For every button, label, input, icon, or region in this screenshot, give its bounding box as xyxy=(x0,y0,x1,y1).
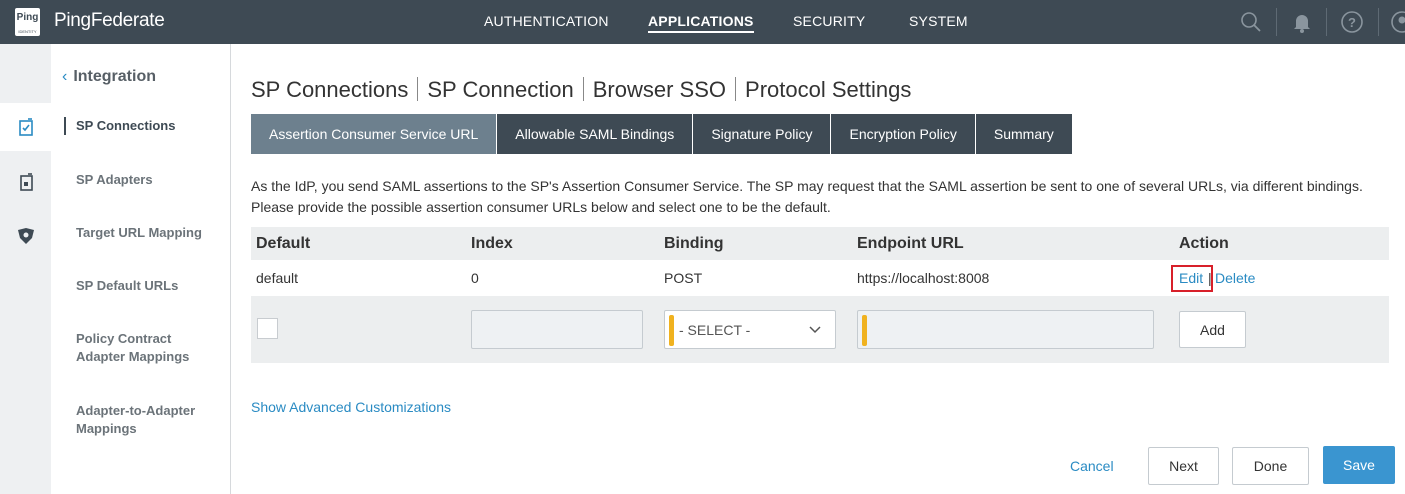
breadcrumb-divider xyxy=(735,77,737,101)
column-header-endpoint-url: Endpoint URL xyxy=(857,235,964,252)
toolbar-divider xyxy=(1276,8,1277,36)
required-indicator xyxy=(862,315,867,346)
breadcrumb-item[interactable]: SP Connections xyxy=(251,77,408,102)
ping-logo[interactable]: Ping IDENTITY xyxy=(15,8,40,36)
default-checkbox[interactable] xyxy=(257,318,278,339)
nav-applications[interactable]: APPLICATIONS xyxy=(648,13,754,33)
edit-link[interactable]: Edit xyxy=(1179,270,1203,286)
icon-rail xyxy=(0,44,51,494)
breadcrumb: SP Connections SP Connection Browser SSO Pr… xyxy=(251,77,911,103)
table-header: Default Index Binding Endpoint URL Actio… xyxy=(251,227,1389,260)
show-advanced-customizations-link[interactable]: Show Advanced Customizations xyxy=(251,399,451,415)
new-entry-row: - SELECT - Add xyxy=(251,296,1389,363)
search-icon[interactable] xyxy=(1239,10,1263,34)
nav-security[interactable]: SECURITY xyxy=(793,13,865,29)
breadcrumb-item[interactable]: SP Connection xyxy=(427,77,573,102)
sidebar-item-sp-adapters[interactable]: SP Adapters xyxy=(76,171,221,189)
cell-binding: POST xyxy=(664,270,703,286)
sidebar-item-sp-default-urls[interactable]: SP Default URLs xyxy=(76,277,221,295)
column-header-binding: Binding xyxy=(664,235,724,252)
sidebar-item-sp-connections[interactable]: SP Connections xyxy=(76,117,221,135)
binding-select[interactable]: - SELECT - xyxy=(664,310,836,349)
action-divider: | xyxy=(1208,270,1212,286)
top-bar: Ping IDENTITY PingFederate AUTHENTICATIO… xyxy=(0,0,1405,44)
tab-signature-policy[interactable]: Signature Policy xyxy=(693,114,831,154)
breadcrumb-current: Protocol Settings xyxy=(745,77,912,102)
breadcrumb-item[interactable]: Browser SSO xyxy=(593,77,726,102)
policy-icon[interactable] xyxy=(0,212,51,260)
column-header-index: Index xyxy=(471,235,513,252)
active-indicator xyxy=(64,117,66,135)
toolbar-divider xyxy=(1378,8,1379,36)
chevron-left-icon: ‹ xyxy=(62,68,68,85)
table-row: default 0 POST https://localhost:8008 Ed… xyxy=(251,260,1389,296)
sp-adapter-icon[interactable] xyxy=(0,158,51,206)
user-icon[interactable] xyxy=(1390,10,1405,34)
sidebar-back-label: Integration xyxy=(73,68,156,85)
endpoint-url-input[interactable] xyxy=(857,310,1154,349)
brand-name: PingFederate xyxy=(54,10,165,31)
done-button[interactable]: Done xyxy=(1232,447,1309,485)
cancel-link[interactable]: Cancel xyxy=(1070,458,1114,474)
tab-assertion-consumer-service-url[interactable]: Assertion Consumer Service URL xyxy=(251,114,497,154)
tab-summary[interactable]: Summary xyxy=(975,114,1072,154)
nav-system[interactable]: SYSTEM xyxy=(909,13,968,29)
cell-default: default xyxy=(256,270,299,286)
tab-encryption-policy[interactable]: Encryption Policy xyxy=(831,114,975,154)
required-indicator xyxy=(669,315,674,346)
nav-authentication[interactable]: AUTHENTICATION xyxy=(484,13,609,29)
cell-endpoint-url: https://localhost:8008 xyxy=(857,270,990,286)
index-input[interactable] xyxy=(471,310,643,349)
delete-link[interactable]: Delete xyxy=(1215,270,1255,286)
sp-connection-icon[interactable] xyxy=(0,103,51,151)
logo-text: Ping xyxy=(16,12,39,23)
save-button[interactable]: Save xyxy=(1323,446,1395,484)
sidebar: ‹ Integration SP Connections SP Adapters … xyxy=(51,44,231,494)
tab-allowable-saml-bindings[interactable]: Allowable SAML Bindings xyxy=(497,114,693,154)
logo-subtext: IDENTITY xyxy=(18,29,37,34)
next-button[interactable]: Next xyxy=(1148,447,1219,485)
page-description: As the IdP, you send SAML assertions to … xyxy=(251,178,1363,215)
back-to-integration[interactable]: ‹ Integration xyxy=(62,68,156,86)
toolbar-divider xyxy=(1326,8,1327,36)
bell-icon[interactable] xyxy=(1290,10,1314,34)
binding-select-value: - SELECT - xyxy=(679,322,751,338)
chevron-down-icon xyxy=(809,326,821,334)
help-icon[interactable]: ? xyxy=(1340,10,1364,34)
breadcrumb-divider xyxy=(417,77,419,101)
svg-text:?: ? xyxy=(1348,15,1356,30)
add-button[interactable]: Add xyxy=(1179,311,1246,348)
breadcrumb-divider xyxy=(582,77,584,101)
tab-bar: Assertion Consumer Service URL Allowable… xyxy=(251,114,1073,154)
cell-index: 0 xyxy=(471,270,479,286)
column-header-action: Action xyxy=(1179,235,1229,252)
sidebar-item-policy-contract-adapter-mappings[interactable]: Policy Contract Adapter Mappings xyxy=(76,330,221,366)
column-header-default: Default xyxy=(256,235,311,252)
sidebar-item-target-url-mapping[interactable]: Target URL Mapping xyxy=(76,224,221,242)
sidebar-item-adapter-to-adapter-mappings[interactable]: Adapter-to-Adapter Mappings xyxy=(76,402,221,438)
